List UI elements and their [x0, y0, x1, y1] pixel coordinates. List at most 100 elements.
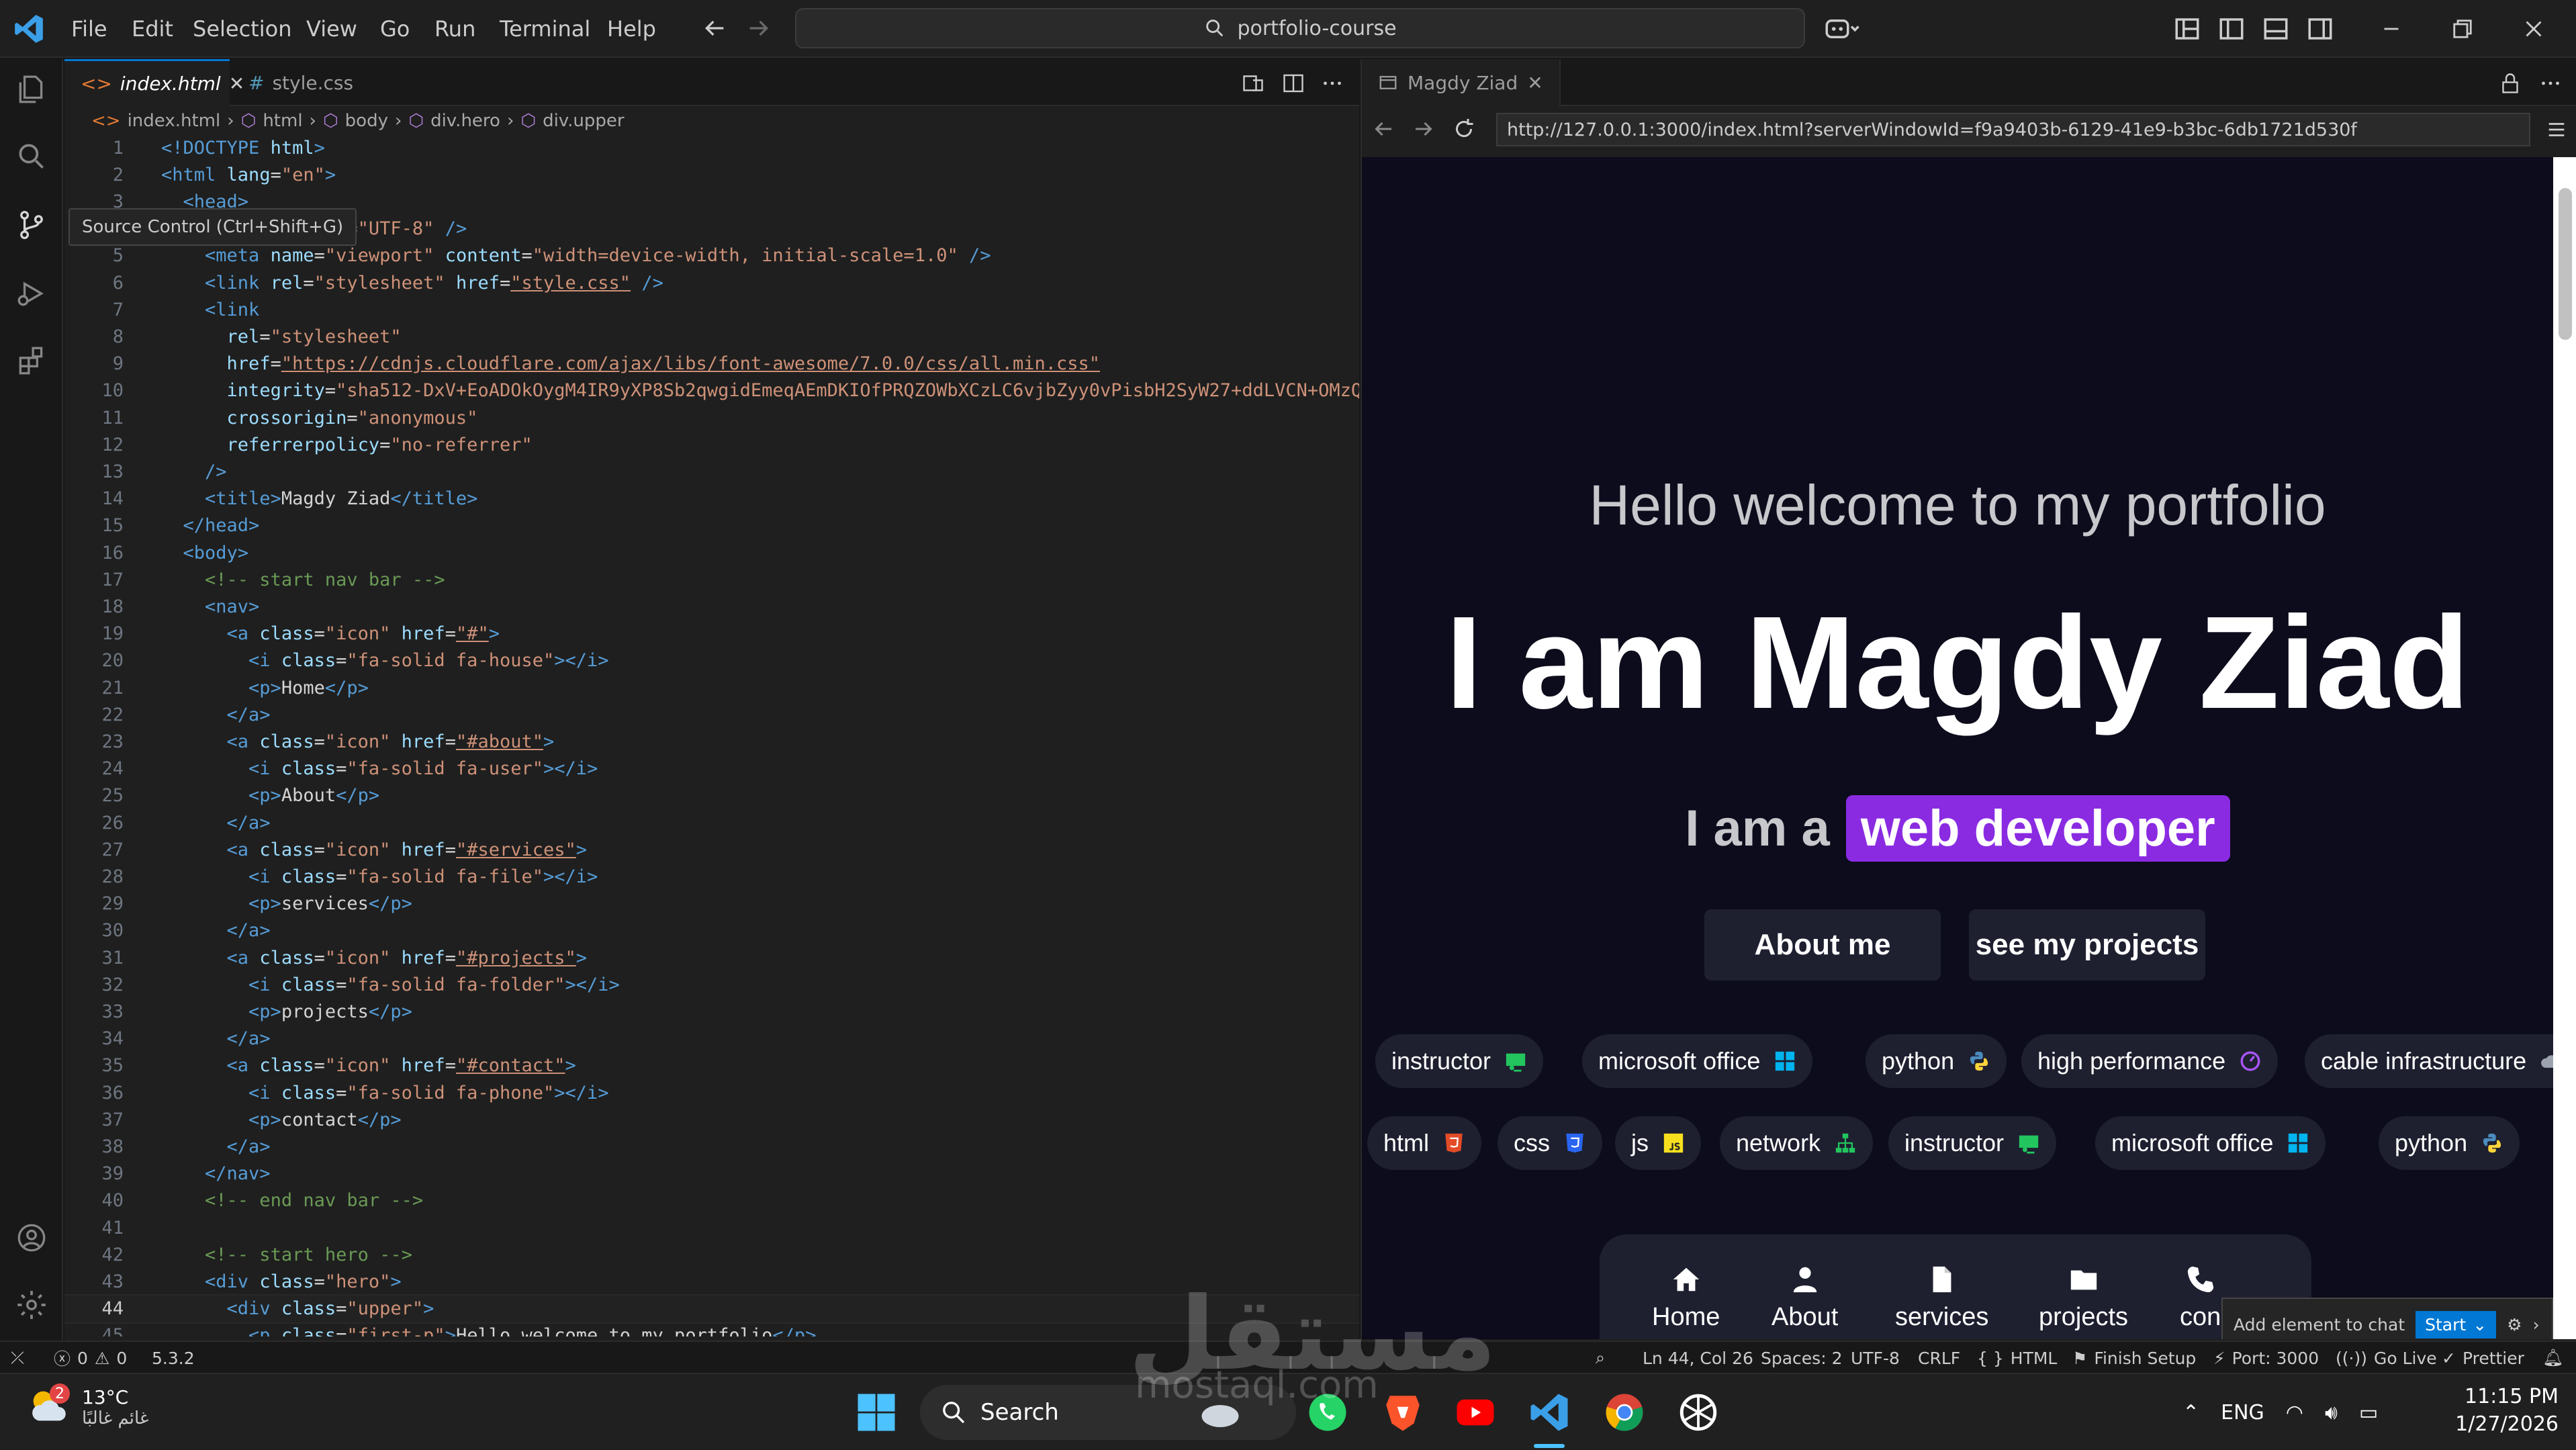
version-indicator[interactable]: 5.3.2	[152, 1342, 195, 1374]
browser-forward-icon[interactable]	[1412, 117, 1436, 141]
chatgpt-icon[interactable]	[1676, 1390, 1720, 1435]
code-line[interactable]: 22 </a>	[64, 701, 1359, 728]
code-line[interactable]: 10 integrity="sha512-DxV+EoADOkOygM4IR9y…	[64, 377, 1359, 404]
nav-about[interactable]: About	[1772, 1264, 1838, 1332]
menu-run[interactable]: Run	[434, 0, 475, 58]
account-icon[interactable]	[15, 1221, 48, 1255]
chevron-right-icon[interactable]: ›	[2533, 1315, 2540, 1334]
code-line[interactable]: 18 <nav>	[64, 593, 1359, 620]
code-line[interactable]: 9 href="https://cdnjs.cloudflare.com/aja…	[64, 351, 1359, 377]
tab-style-css[interactable]: # style.css	[232, 59, 369, 106]
menu-go[interactable]: Go	[380, 0, 410, 58]
chrome-icon[interactable]	[1602, 1390, 1647, 1435]
code-line[interactable]: 19 <a class="icon" href="#">	[64, 621, 1359, 647]
nav-projects[interactable]: projects	[2039, 1264, 2128, 1332]
code-line[interactable]: 20 <i class="fa-solid fa-house"></i>	[64, 647, 1359, 674]
close-tab-icon[interactable]: ✕	[1527, 72, 1543, 94]
menu-icon[interactable]	[2545, 118, 2568, 141]
code-line[interactable]: 11 crossorigin="anonymous"	[64, 404, 1359, 431]
code-line[interactable]: 25 <p>About</p>	[64, 782, 1359, 809]
more-actions-icon[interactable]	[1320, 71, 1344, 95]
prettier[interactable]: ✓ Prettier	[2442, 1342, 2524, 1374]
tab-magdy-ziad[interactable]: Magdy Ziad ✕	[1362, 59, 1561, 106]
volume-icon[interactable]: 🔊︎	[2325, 1401, 2338, 1424]
code-line[interactable]: 37 <p>contact</p>	[64, 1106, 1359, 1133]
code-line[interactable]: 15 </head>	[64, 512, 1359, 539]
code-line[interactable]: 21 <p>Home</p>	[64, 674, 1359, 701]
youtube-icon[interactable]	[1453, 1390, 1498, 1435]
notifications-bell-icon[interactable]: 🔔︎	[2542, 1342, 2564, 1374]
reload-icon[interactable]	[1452, 117, 1476, 141]
code-line[interactable]: 33 <p>projects</p>	[64, 998, 1359, 1025]
indentation[interactable]: Spaces: 2	[1761, 1342, 1842, 1374]
encoding[interactable]: UTF-8	[1851, 1342, 1900, 1374]
windows-start-icon[interactable]	[854, 1390, 899, 1435]
code-line[interactable]: 12 referrerpolicy="no-referrer"	[64, 431, 1359, 458]
brave-icon[interactable]	[1381, 1390, 1425, 1435]
vscode-taskbar-icon[interactable]	[1527, 1390, 1571, 1435]
menu-terminal[interactable]: Terminal	[500, 0, 590, 58]
input-language[interactable]: ENG	[2221, 1401, 2264, 1424]
code-line[interactable]: 7 <link	[64, 296, 1359, 323]
menu-help[interactable]: Help	[607, 0, 656, 58]
code-line[interactable]: 29 <p>services</p>	[64, 891, 1359, 917]
toggle-secondary-sidebar-icon[interactable]	[2306, 15, 2334, 43]
customize-layout-icon[interactable]	[2173, 15, 2201, 43]
breadcrumb-item[interactable]: html	[263, 111, 302, 131]
code-line[interactable]: 24 <i class="fa-solid fa-user"></i>	[64, 756, 1359, 782]
zoom-icon[interactable]: ⌕	[1596, 1342, 1605, 1374]
code-line[interactable]: 26 </a>	[64, 809, 1359, 836]
cursor-position[interactable]: Ln 44, Col 26	[1643, 1342, 1753, 1374]
vscode-logo-icon[interactable]	[12, 12, 46, 46]
nav-home[interactable]: Home	[1652, 1264, 1720, 1332]
menu-file[interactable]: File	[71, 0, 107, 58]
code-line[interactable]: 41	[64, 1214, 1359, 1241]
code-line[interactable]: 13 />	[64, 458, 1359, 485]
code-line[interactable]: 16 <body>	[64, 539, 1359, 566]
breadcrumb-item[interactable]: body	[345, 111, 388, 131]
breadcrumb-item[interactable]: index.html	[128, 111, 221, 131]
see-projects-button[interactable]: see my projects	[1969, 909, 2205, 981]
problems-indicator[interactable]: ⓧ 0 ⚠ 0	[54, 1342, 127, 1374]
menu-view[interactable]: View	[306, 0, 357, 58]
restore-icon[interactable]	[2448, 15, 2477, 43]
menu-edit[interactable]: Edit	[132, 0, 173, 58]
more-actions-icon[interactable]	[2538, 71, 2563, 95]
code-line[interactable]: 27 <a class="icon" href="#services">	[64, 836, 1359, 863]
finish-setup[interactable]: ⚑ Finish Setup	[2072, 1342, 2196, 1374]
code-line[interactable]: 38 </a>	[64, 1133, 1359, 1160]
go-live[interactable]: ((·)) Go Live	[2336, 1342, 2437, 1374]
live-server-port[interactable]: ⚡ Port: 3000	[2213, 1342, 2319, 1374]
close-window-icon[interactable]	[2520, 15, 2548, 43]
page-scrollbar-thumb[interactable]	[2559, 188, 2572, 340]
code-line[interactable]: 23 <a class="icon" href="#about">	[64, 728, 1359, 755]
copilot-icon[interactable]	[1824, 15, 1860, 43]
forward-arrow-icon[interactable]	[745, 15, 772, 42]
open-changes-icon[interactable]	[1241, 71, 1265, 95]
code-line[interactable]: 2 <html lang="en">	[64, 161, 1359, 188]
code-line[interactable]: 6 <link rel="stylesheet" href="style.css…	[64, 269, 1359, 296]
code-line[interactable]: 39 </nav>	[64, 1161, 1359, 1187]
toggle-panel-icon[interactable]	[2262, 15, 2290, 43]
code-line[interactable]: 30 </a>	[64, 917, 1359, 944]
code-line[interactable]: 28 <i class="fa-solid fa-file"></i>	[64, 863, 1359, 890]
weather-widget[interactable]: 2 13°C غائم غالبًا	[26, 1384, 149, 1431]
language-mode[interactable]: { } HTML	[1977, 1342, 2057, 1374]
code-line[interactable]: 31 <a class="icon" href="#projects">	[64, 944, 1359, 971]
code-line[interactable]: 5 <meta name="viewport" content="width=d…	[64, 242, 1359, 269]
wifi-icon[interactable]: ◠	[2286, 1401, 2303, 1424]
browser-back-icon[interactable]	[1371, 117, 1395, 141]
remote-indicator-icon[interactable]: ⤫	[11, 1342, 24, 1374]
run-debug-icon[interactable]	[15, 277, 48, 310]
breadcrumb-item[interactable]: div.upper	[543, 111, 625, 131]
settings-gear-icon[interactable]: ⚙	[2507, 1315, 2522, 1334]
code-line[interactable]: 42 <!-- start hero -->	[64, 1241, 1359, 1268]
code-line[interactable]: 14 <title>Magdy Ziad</title>	[64, 486, 1359, 512]
url-input[interactable]: http://127.0.0.1:3000/index.html?serverW…	[1496, 113, 2530, 146]
toggle-primary-sidebar-icon[interactable]	[2217, 15, 2246, 43]
code-line[interactable]: 32 <i class="fa-solid fa-folder"></i>	[64, 971, 1359, 998]
menu-selection[interactable]: Selection	[193, 0, 291, 58]
code-line[interactable]: 8 rel="stylesheet"	[64, 323, 1359, 350]
source-control-icon[interactable]	[15, 208, 48, 242]
explorer-icon[interactable]	[15, 73, 48, 106]
